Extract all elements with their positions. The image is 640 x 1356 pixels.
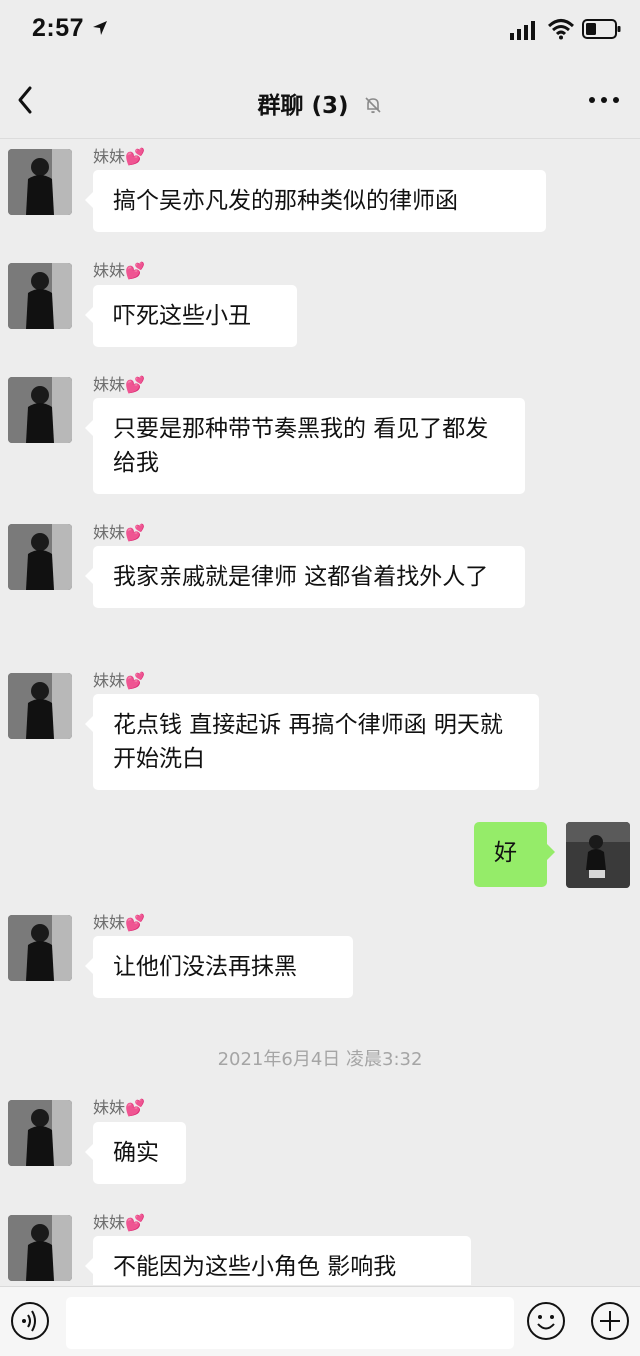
heart-emoji: 💕: [125, 261, 145, 280]
message-list[interactable]: 妹妹💕 搞个吴亦凡发的那种类似的律师函 妹妹💕 吓死这些小丑 妹妹💕 只要是那种…: [0, 139, 640, 1285]
input-toolbar: [0, 1286, 640, 1356]
sender-name-text: 妹妹: [93, 375, 126, 394]
chat-timestamp: 2021年6月4日 凌晨3:32: [217, 1049, 423, 1070]
sender-name: 妹妹💕: [93, 257, 145, 281]
emoji-icon[interactable]: [526, 1301, 566, 1341]
message-text: 我家亲戚就是律师 这都省着找外人了: [113, 564, 489, 590]
sender-name-text: 妹妹: [93, 913, 126, 932]
wifi-icon: [548, 19, 574, 40]
message-bubble[interactable]: 搞个吴亦凡发的那种类似的律师函: [85, 170, 546, 232]
more-options-button[interactable]: [582, 88, 626, 112]
mute-bell-icon: [364, 96, 381, 113]
message-bubble[interactable]: 花点钱 直接起诉 再搞个律师函 明天就开始洗白: [85, 694, 539, 790]
sender-name: 妹妹💕: [93, 1209, 145, 1233]
message-text: 只要是那种带节奏黑我的 看见了都发给我: [113, 416, 489, 476]
sender-name-text: 妹妹: [93, 671, 126, 690]
message-bubble[interactable]: 确实: [85, 1122, 186, 1184]
sender-avatar[interactable]: [8, 263, 72, 329]
heart-emoji: 💕: [125, 375, 145, 394]
sender-avatar[interactable]: [8, 524, 72, 590]
my-avatar[interactable]: [566, 822, 630, 888]
status-time: 2:57: [32, 14, 85, 42]
chat-header: 群聊 (3): [0, 62, 640, 139]
message-text: 花点钱 直接起诉 再搞个律师函 明天就开始洗白: [113, 712, 503, 772]
chat-title-container: 群聊 (3): [0, 86, 640, 120]
sender-name: 妹妹💕: [93, 143, 145, 167]
plus-icon[interactable]: [590, 1301, 630, 1341]
sender-name: 妹妹💕: [93, 371, 145, 395]
message-text: 吓死这些小丑: [113, 303, 251, 329]
chat-title: 群聊 (3): [257, 93, 349, 119]
voice-icon[interactable]: [10, 1301, 50, 1341]
sender-name: 妹妹💕: [93, 1094, 145, 1118]
message-text: 让他们没法再抹黑: [113, 954, 297, 980]
sender-name: 妹妹💕: [93, 667, 145, 691]
my-message-bubble[interactable]: 好: [474, 822, 555, 887]
message-text: 搞个吴亦凡发的那种类似的律师函: [113, 188, 458, 214]
heart-emoji: 💕: [125, 1213, 145, 1232]
sender-name-text: 妹妹: [93, 147, 126, 166]
sender-name-text: 妹妹: [93, 261, 126, 280]
heart-emoji: 💕: [125, 671, 145, 690]
message-bubble[interactable]: 我家亲戚就是律师 这都省着找外人了: [85, 546, 525, 608]
sender-avatar[interactable]: [8, 377, 72, 443]
heart-emoji: 💕: [125, 147, 145, 166]
heart-emoji: 💕: [125, 523, 145, 542]
sender-avatar[interactable]: [8, 1100, 72, 1166]
cellular-signal-icon: [510, 21, 535, 40]
message-input[interactable]: [66, 1297, 514, 1349]
battery-icon: [582, 19, 621, 39]
sender-avatar[interactable]: [8, 149, 72, 215]
status-bar: 2:57: [0, 0, 640, 62]
sender-name-text: 妹妹: [93, 1213, 126, 1232]
sender-avatar[interactable]: [8, 673, 72, 739]
message-bubble[interactable]: 只要是那种带节奏黑我的 看见了都发给我: [85, 398, 525, 494]
message-text: 不能因为这些小角色 影响我: [113, 1254, 397, 1280]
location-arrow-icon: [93, 21, 107, 35]
sender-name-text: 妹妹: [93, 523, 126, 542]
message-bubble[interactable]: 不能因为这些小角色 影响我: [85, 1236, 471, 1285]
sender-avatar[interactable]: [8, 915, 72, 981]
message-bubble[interactable]: 吓死这些小丑: [85, 285, 297, 347]
sender-avatar[interactable]: [8, 1215, 72, 1281]
sender-name-text: 妹妹: [93, 1098, 126, 1117]
message-bubble[interactable]: 让他们没法再抹黑: [85, 936, 353, 998]
message-text: 好: [494, 840, 517, 866]
sender-name: 妹妹💕: [93, 519, 145, 543]
message-text: 确实: [113, 1140, 159, 1166]
sender-name: 妹妹💕: [93, 909, 145, 933]
heart-emoji: 💕: [125, 1098, 145, 1117]
heart-emoji: 💕: [125, 913, 145, 932]
